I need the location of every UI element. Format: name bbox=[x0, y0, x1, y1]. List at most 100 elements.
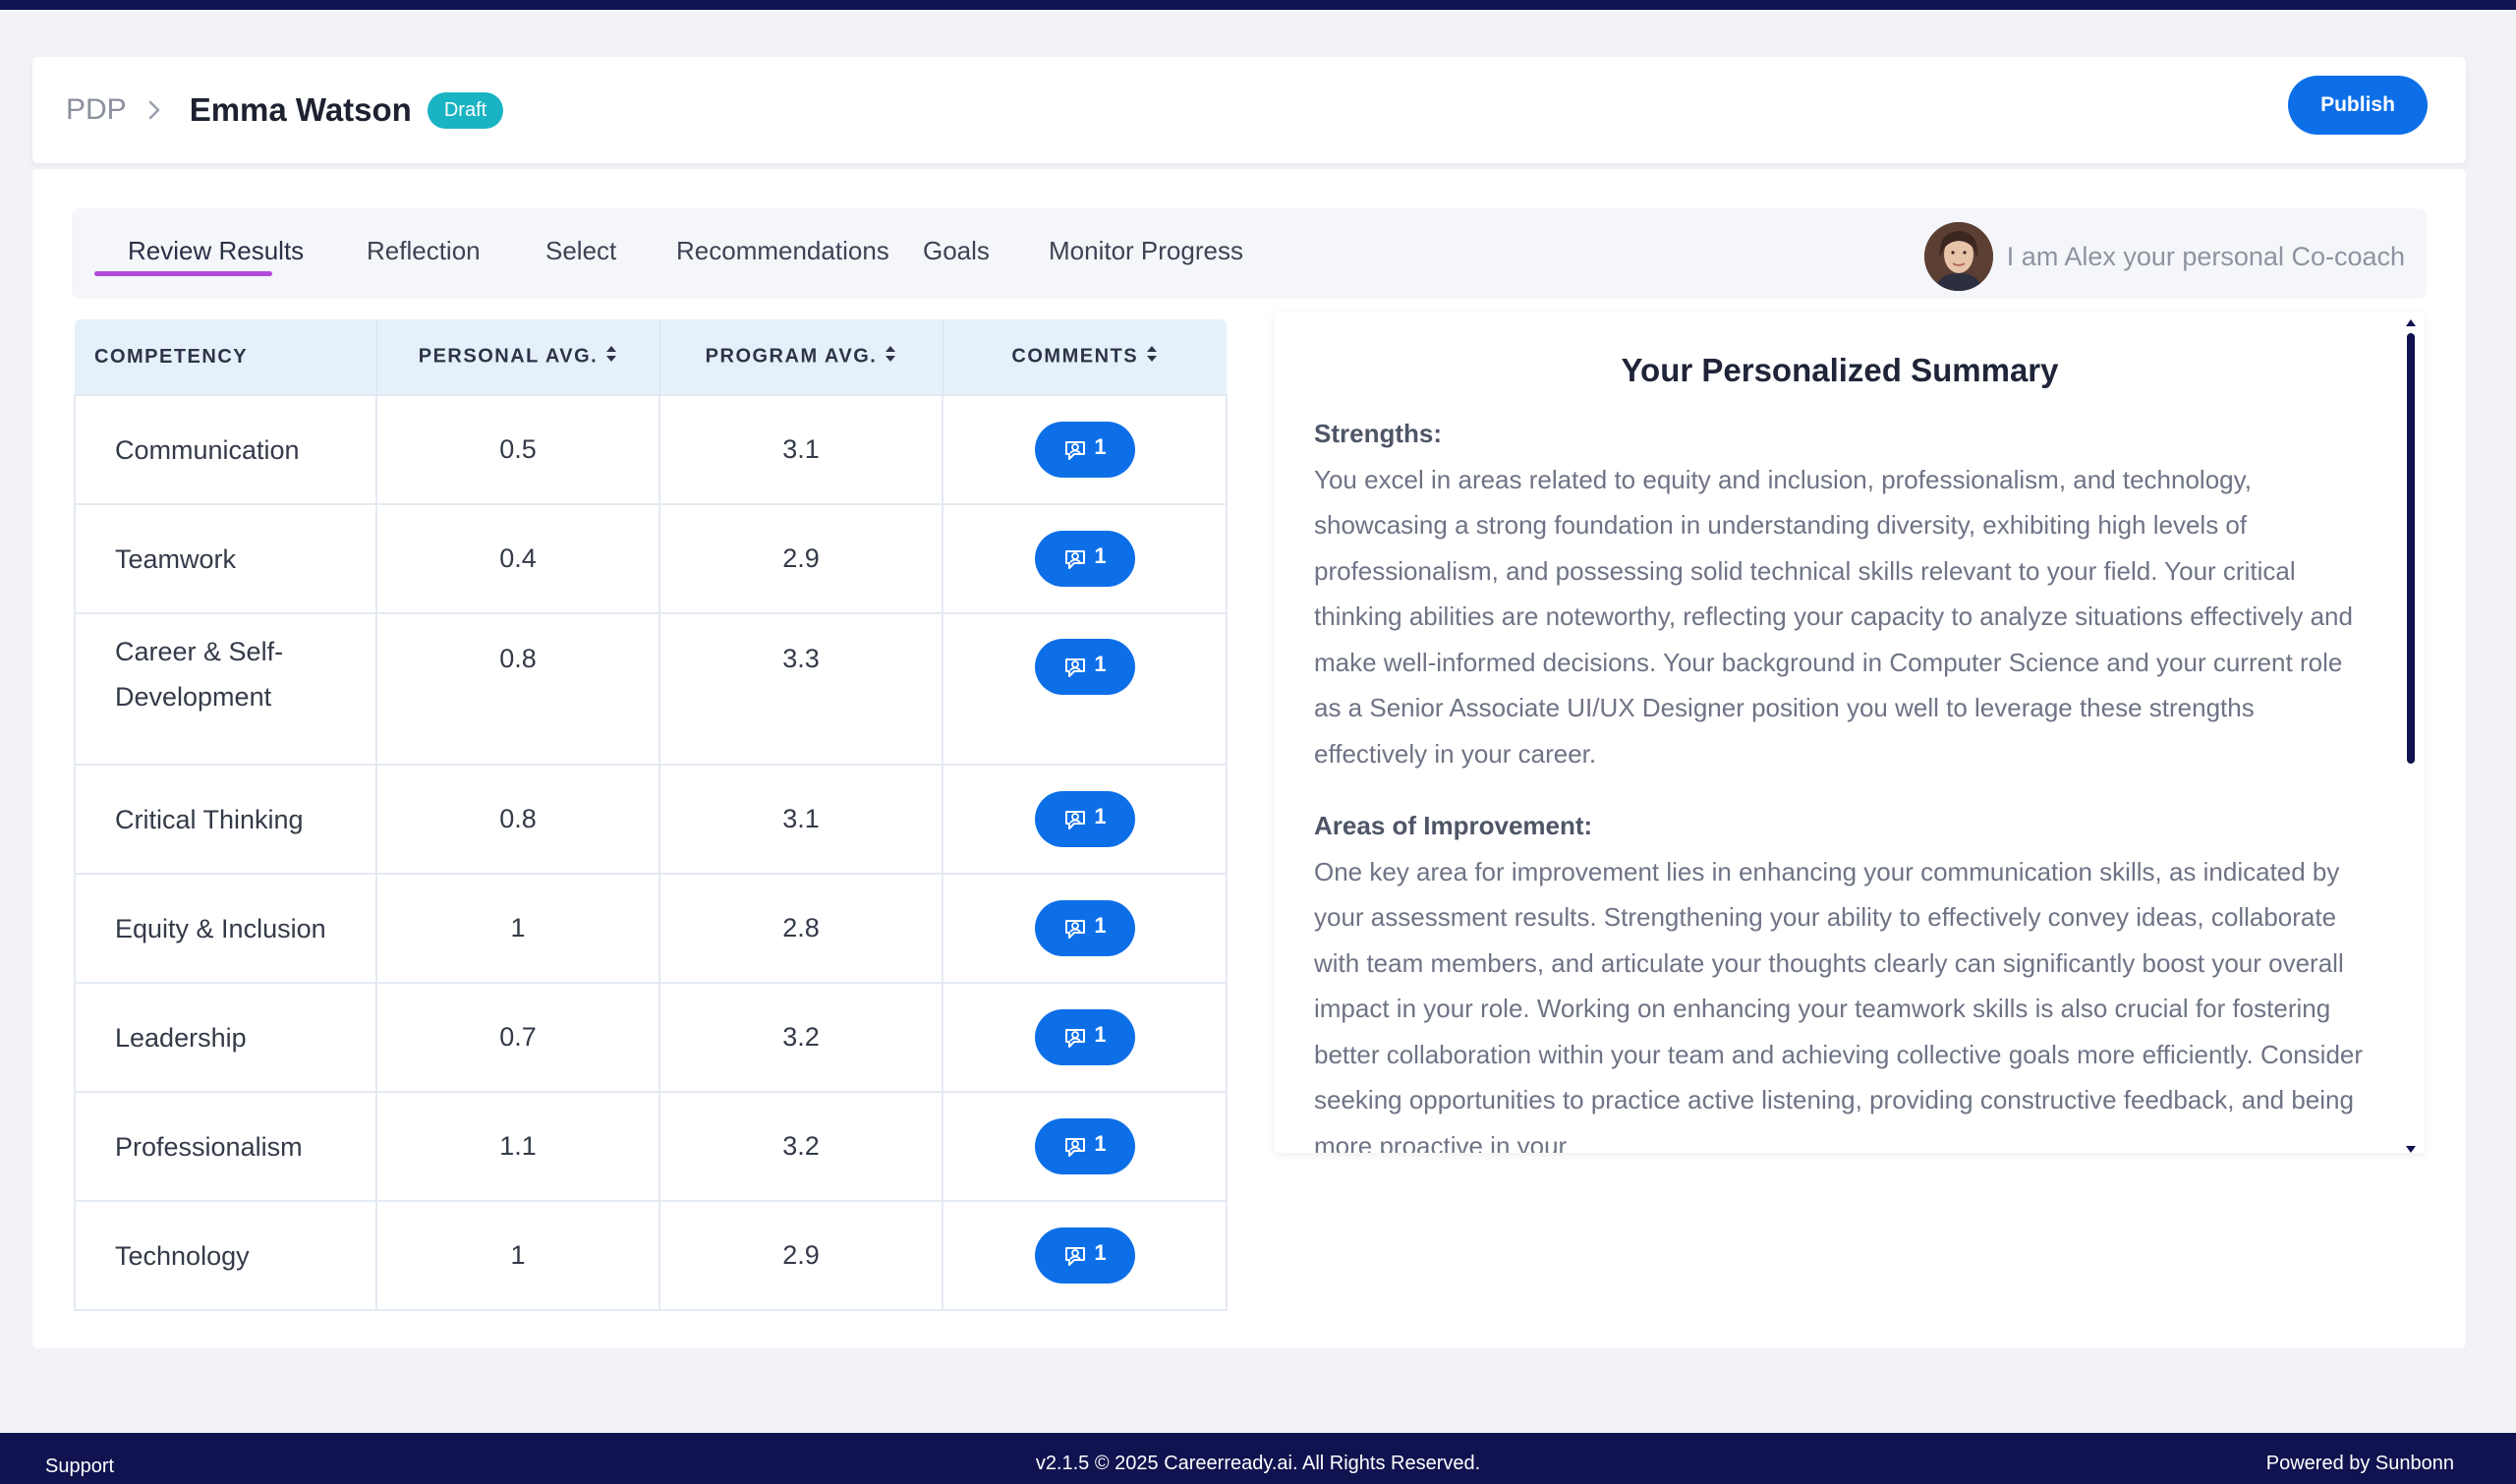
page-header: PDP Emma Watson Draft Publish bbox=[32, 57, 2466, 163]
comments-button[interactable]: 1 bbox=[1034, 900, 1135, 956]
powered-by-text: Powered by Sunbonn bbox=[2265, 1453, 2454, 1474]
comment-icon bbox=[1062, 437, 1088, 463]
comments-button[interactable]: 1 bbox=[1034, 422, 1135, 478]
competency-name: Professionalism bbox=[74, 1091, 377, 1202]
sort-icon[interactable] bbox=[885, 345, 896, 369]
comments-cell: 1 bbox=[942, 982, 1228, 1093]
comment-count: 1 bbox=[1094, 1239, 1107, 1265]
personal-avg-value: 0.4 bbox=[375, 503, 660, 614]
competency-name: Equity & Inclusion bbox=[74, 873, 377, 984]
comment-icon bbox=[1062, 916, 1088, 942]
competency-name: Teamwork bbox=[74, 503, 377, 614]
column-header-personal-avg[interactable]: PERSONAL AVG. bbox=[376, 319, 660, 395]
program-avg-value: 2.9 bbox=[658, 1200, 944, 1311]
table-row: Career & Self-Development 0.8 3.3 1 bbox=[74, 612, 1228, 766]
comments-cell: 1 bbox=[942, 764, 1228, 875]
improvement-heading: Areas of Improvement bbox=[1314, 811, 1584, 840]
comment-icon bbox=[1062, 807, 1088, 832]
column-header-comments[interactable]: COMMENTS bbox=[943, 319, 1227, 395]
personal-avg-value: 0.5 bbox=[375, 394, 660, 505]
comments-cell: 1 bbox=[942, 1091, 1228, 1202]
comment-count: 1 bbox=[1094, 651, 1107, 676]
tab-recommendations[interactable]: Recommendations bbox=[676, 208, 889, 299]
scrollbar-thumb[interactable] bbox=[2407, 333, 2415, 764]
sort-icon[interactable] bbox=[605, 345, 617, 369]
competency-name: Technology bbox=[74, 1200, 377, 1311]
comment-icon bbox=[1062, 546, 1088, 572]
comment-icon bbox=[1062, 1025, 1088, 1051]
competency-table: COMPETENCY PERSONAL AVG. PROGRAM AVG. CO… bbox=[74, 319, 1228, 1311]
tab-select[interactable]: Select bbox=[545, 208, 616, 299]
program-avg-value: 3.2 bbox=[658, 982, 944, 1093]
co-coach-widget[interactable]: I am Alex your personal Co-coach bbox=[1923, 222, 2405, 291]
comments-cell: 1 bbox=[942, 612, 1228, 766]
avatar[interactable] bbox=[1923, 222, 1993, 291]
publish-button[interactable]: Publish bbox=[2288, 76, 2428, 135]
scroll-down-arrow-icon[interactable] bbox=[2406, 1146, 2416, 1153]
personal-avg-value: 0.7 bbox=[375, 982, 660, 1093]
tab-reflection[interactable]: Reflection bbox=[367, 208, 481, 299]
personal-avg-value: 0.8 bbox=[375, 612, 660, 766]
program-avg-value: 3.3 bbox=[658, 612, 944, 766]
page-title: Emma Watson bbox=[189, 91, 412, 128]
tab-bar: Review Results Reflection Select Recomme… bbox=[72, 208, 2427, 299]
comments-button[interactable]: 1 bbox=[1034, 791, 1135, 847]
comment-icon bbox=[1062, 1243, 1088, 1269]
main-content: Review Results Reflection Select Recomme… bbox=[32, 169, 2466, 1348]
personal-avg-value: 1 bbox=[375, 873, 660, 984]
comment-count: 1 bbox=[1094, 433, 1107, 459]
personal-avg-value: 1 bbox=[375, 1200, 660, 1311]
comments-button[interactable]: 1 bbox=[1034, 639, 1135, 695]
comments-cell: 1 bbox=[942, 873, 1228, 984]
improvement-text: One key area for improvement lies in enh… bbox=[1314, 856, 2364, 1154]
tab-goals[interactable]: Goals bbox=[923, 208, 990, 299]
breadcrumb-root-link[interactable]: PDP bbox=[66, 93, 127, 127]
comments-cell: 1 bbox=[942, 394, 1228, 505]
summary-body: Strengths: You excel in areas related to… bbox=[1314, 411, 2366, 1153]
comment-count: 1 bbox=[1094, 542, 1107, 568]
tab-monitor-progress[interactable]: Monitor Progress bbox=[1049, 208, 1243, 299]
competency-name: Communication bbox=[74, 394, 377, 505]
active-tab-indicator bbox=[94, 271, 272, 276]
comment-count: 1 bbox=[1094, 912, 1107, 938]
table-row: Critical Thinking 0.8 3.1 1 bbox=[74, 764, 1228, 875]
comments-button[interactable]: 1 bbox=[1034, 531, 1135, 587]
table-row: Leadership 0.7 3.2 1 bbox=[74, 982, 1228, 1093]
strengths-text: You excel in areas related to equity and… bbox=[1314, 464, 2353, 769]
summary-scrollbar[interactable] bbox=[2405, 319, 2417, 1153]
personalized-summary-panel[interactable]: Your Personalized Summary Strengths: You… bbox=[1275, 313, 2425, 1153]
comments-button[interactable]: 1 bbox=[1034, 1009, 1135, 1065]
table-row: Communication 0.5 3.1 1 bbox=[74, 394, 1228, 505]
program-avg-value: 2.9 bbox=[658, 503, 944, 614]
footer: Support v2.1.5 © 2025 Careerready.ai. Al… bbox=[0, 1433, 2516, 1484]
comments-button[interactable]: 1 bbox=[1034, 1118, 1135, 1174]
table-row: Equity & Inclusion 1 2.8 1 bbox=[74, 873, 1228, 984]
comments-cell: 1 bbox=[942, 503, 1228, 614]
copyright-text: v2.1.5 © 2025 Careerready.ai. All Rights… bbox=[1035, 1453, 1481, 1474]
program-avg-value: 3.2 bbox=[658, 1091, 944, 1202]
program-avg-value: 2.8 bbox=[658, 873, 944, 984]
comments-button[interactable]: 1 bbox=[1034, 1227, 1135, 1284]
sort-icon[interactable] bbox=[1146, 345, 1158, 369]
strengths-heading: Strengths bbox=[1314, 419, 1434, 448]
comment-count: 1 bbox=[1094, 1021, 1107, 1047]
comment-icon bbox=[1062, 1134, 1088, 1160]
competency-name: Critical Thinking bbox=[74, 764, 377, 875]
table-row: Professionalism 1.1 3.2 1 bbox=[74, 1091, 1228, 1202]
competency-name: Career & Self-Development bbox=[74, 612, 377, 766]
column-header-program-avg[interactable]: PROGRAM AVG. bbox=[659, 319, 944, 395]
program-avg-value: 3.1 bbox=[658, 764, 944, 875]
personal-avg-value: 1.1 bbox=[375, 1091, 660, 1202]
top-accent-bar bbox=[0, 0, 2516, 10]
comments-cell: 1 bbox=[942, 1200, 1228, 1311]
program-avg-value: 3.1 bbox=[658, 394, 944, 505]
table-row: Teamwork 0.4 2.9 1 bbox=[74, 503, 1228, 614]
comment-count: 1 bbox=[1094, 803, 1107, 828]
comment-count: 1 bbox=[1094, 1130, 1107, 1156]
scroll-up-arrow-icon[interactable] bbox=[2406, 319, 2416, 326]
table-row: Technology 1 2.9 1 bbox=[74, 1200, 1228, 1311]
tab-review-results[interactable]: Review Results bbox=[128, 208, 304, 299]
comment-icon bbox=[1062, 655, 1088, 680]
co-coach-greeting: I am Alex your personal Co-coach bbox=[2006, 241, 2405, 271]
competency-name: Leadership bbox=[74, 982, 377, 1093]
